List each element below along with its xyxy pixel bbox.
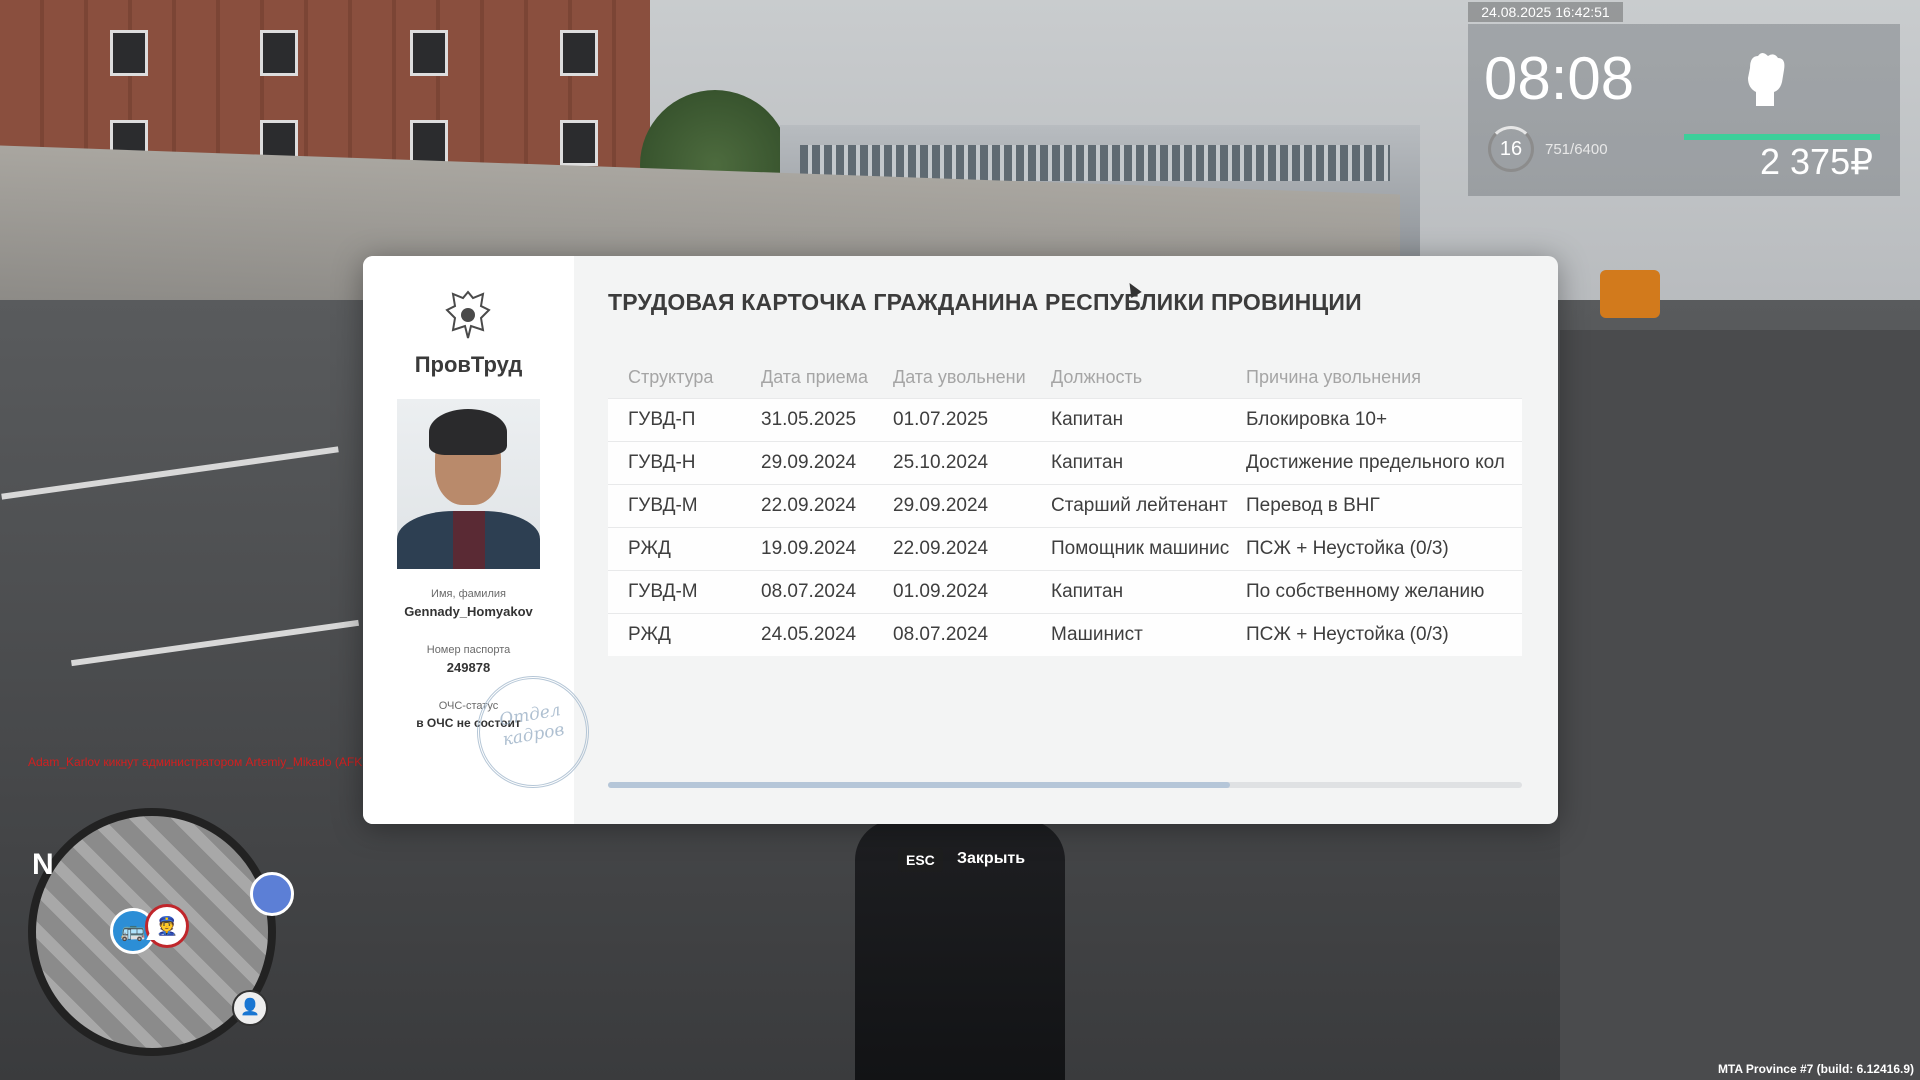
cell-dismissal-date: 22.09.2024 — [893, 538, 989, 559]
cell-reason: Достижение предельного кол — [1246, 452, 1505, 473]
table-header: Структура Дата приема Дата увольнени Дол… — [608, 356, 1522, 398]
cell-structure: ГУВД-Н — [628, 452, 696, 473]
col-hire-date: Дата приема — [761, 367, 869, 387]
esc-key-hint[interactable]: ESC — [898, 848, 943, 872]
employment-table: Структура Дата приема Дата увольнени Дол… — [608, 356, 1522, 656]
pavement — [1560, 330, 1920, 1080]
cell-structure: ГУВД-П — [628, 409, 696, 430]
player-arrow-icon: ▲ — [141, 916, 167, 946]
cell-dismissal-date: 29.09.2024 — [893, 495, 989, 516]
cell-hire-date: 29.09.2024 — [761, 452, 857, 473]
table-row: ГУВД-Н 29.09.2024 25.10.2024 Капитан Достиже… — [608, 441, 1522, 484]
cell-reason: ПСЖ + Неустойка (0/3) — [1246, 538, 1449, 559]
table-row: РЖД 19.09.2024 22.09.2024 Помощник машинис П… — [608, 527, 1522, 570]
cell-position: Капитан — [1051, 409, 1124, 430]
hud-clock: 08:08 — [1484, 45, 1635, 112]
cell-position: Капитан — [1051, 581, 1124, 602]
person-marker-icon: 👤 — [232, 990, 268, 1026]
col-structure: Структура — [628, 367, 714, 387]
cell-structure: ГУВД-М — [628, 581, 698, 602]
coat-of-arms-icon — [443, 288, 493, 342]
cell-dismissal-date: 01.09.2024 — [893, 581, 989, 602]
cell-position: Помощник машинис — [1051, 538, 1230, 559]
cell-structure: РЖД — [628, 624, 671, 645]
passport-label: Номер паспорта — [426, 644, 511, 656]
scrollbar-thumb[interactable] — [608, 782, 1230, 788]
cell-hire-date: 24.05.2024 — [761, 624, 857, 645]
cell-hire-date: 19.09.2024 — [761, 538, 857, 559]
money-display: 2 375₽ — [1760, 141, 1873, 182]
horizontal-scrollbar[interactable] — [608, 782, 1522, 788]
cell-dismissal-date: 08.07.2024 — [893, 624, 989, 645]
col-position: Должность — [1051, 367, 1143, 387]
organization-name: ПровТруд — [414, 352, 523, 377]
table-row: ГУВД-М 22.09.2024 29.09.2024 Старший лейтен… — [608, 484, 1522, 527]
cell-hire-date: 31.05.2025 — [761, 409, 857, 430]
col-reason: Причина увольнения — [1246, 367, 1421, 387]
cell-structure: ГУВД-М — [628, 495, 698, 516]
cell-dismissal-date: 01.07.2025 — [893, 409, 989, 430]
chat-message: Adam_Karlov кикнут администратором Artem… — [28, 755, 390, 769]
cell-reason: ПСЖ + Неустойка (0/3) — [1246, 624, 1449, 645]
hud-datetime: 24.08.2025 16:42:51 — [1468, 2, 1623, 22]
health-bar — [1684, 134, 1880, 140]
cell-reason: Блокировка 10+ — [1246, 409, 1388, 430]
close-button[interactable]: Закрыть — [957, 850, 1025, 868]
passport-number: 249878 — [446, 660, 491, 675]
build-info: MTA Province #7 (build: 6.12416.9) — [1717, 1062, 1914, 1076]
fist-icon — [1740, 48, 1790, 123]
cell-dismissal-date: 25.10.2024 — [893, 452, 989, 473]
cell-reason: Перевод в ВНГ — [1246, 495, 1380, 516]
cell-structure: РЖД — [628, 538, 671, 559]
cell-reason: По собственному желанию — [1246, 581, 1485, 602]
col-dismissal-date: Дата увольнени — [893, 367, 1026, 387]
table-row: РЖД 24.05.2024 08.07.2024 Машинист ПСЖ + Неу… — [608, 613, 1522, 656]
labor-card-dialog: ПровТруд Имя, фамилия Gennady_Homyakov Н… — [363, 256, 1558, 824]
citizen-photo — [397, 399, 540, 569]
orange-bus — [1600, 270, 1660, 318]
table-row: ГУВД-П 31.05.2025 01.07.2025 Капитан Блокиро… — [608, 398, 1522, 441]
card-title: ТРУДОВАЯ КАРТОЧКА ГРАЖДАНИНА РЕСПУБЛИКИ … — [608, 289, 1362, 315]
name-label: Имя, фамилия — [431, 588, 506, 600]
level-indicator: 16 — [1488, 126, 1534, 172]
cell-hire-date: 08.07.2024 — [761, 581, 857, 602]
citizen-name: Gennady_Homyakov — [404, 604, 533, 619]
exp-counter: 751/6400 — [1545, 141, 1608, 158]
north-indicator: N — [32, 848, 54, 881]
cell-position: Машинист — [1051, 624, 1143, 645]
blue-marker-icon — [250, 872, 294, 916]
cell-position: Капитан — [1051, 452, 1124, 473]
cell-position: Старший лейтенант — [1051, 495, 1228, 516]
cell-hire-date: 22.09.2024 — [761, 495, 857, 516]
table-row: ГУВД-М 08.07.2024 01.09.2024 Капитан По собс… — [608, 570, 1522, 613]
